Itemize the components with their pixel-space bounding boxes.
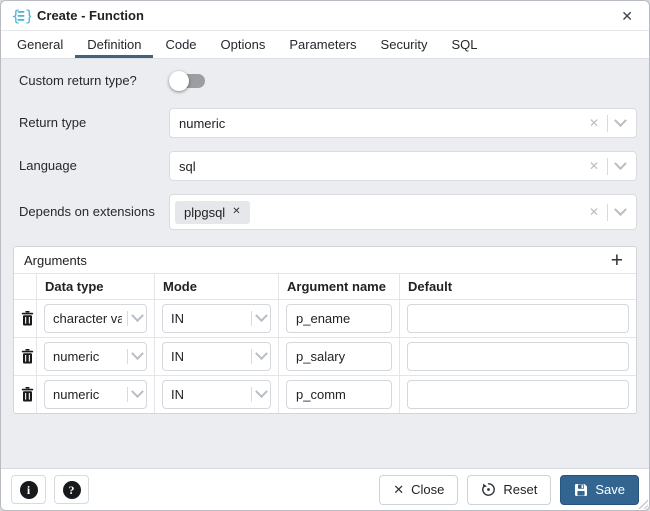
language-value: sql	[179, 159, 196, 174]
reset-icon	[481, 482, 496, 497]
data-type-select[interactable]: numeric	[44, 342, 147, 371]
definition-tab-content: Custom return type? Return type numeric …	[1, 59, 649, 468]
clear-icon[interactable]: ✕	[589, 160, 599, 172]
select-divider	[127, 387, 128, 402]
extension-chip: plpgsql ✕	[175, 201, 250, 224]
toggle-knob	[169, 71, 189, 91]
dialog-footer: i ? ✕ Close Reset Save	[1, 468, 649, 510]
arguments-panel-title: Arguments	[24, 253, 87, 268]
info-icon: i	[20, 481, 38, 499]
mode-select[interactable]: IN	[162, 342, 271, 371]
tab-general[interactable]: General	[5, 31, 75, 58]
tab-parameters[interactable]: Parameters	[277, 31, 368, 58]
custom-return-type-toggle[interactable]	[169, 73, 205, 89]
dialog-header: { } Create - Function ✕	[1, 1, 649, 31]
argument-row: numeric IN	[14, 337, 636, 375]
select-divider	[127, 349, 128, 364]
chevron-down-icon[interactable]	[255, 385, 268, 398]
clear-icon[interactable]: ✕	[589, 206, 599, 218]
save-icon	[574, 483, 588, 497]
select-divider	[251, 349, 252, 364]
sql-help-button[interactable]: i	[11, 475, 46, 504]
argument-name-column-header: Argument name	[279, 274, 400, 299]
save-button[interactable]: Save	[560, 475, 639, 505]
tab-security[interactable]: Security	[369, 31, 440, 58]
data-type-column-header: Data type	[37, 274, 155, 299]
custom-return-type-label: Custom return type?	[13, 72, 169, 90]
tab-sql[interactable]: SQL	[440, 31, 490, 58]
arguments-panel: Arguments + Data type Mode Argument name…	[13, 246, 637, 414]
delete-row-icon[interactable]	[21, 349, 34, 364]
clear-icon[interactable]: ✕	[589, 117, 599, 129]
mode-select[interactable]: IN	[162, 304, 271, 333]
select-divider	[127, 311, 128, 326]
close-button[interactable]: ✕ Close	[379, 475, 458, 505]
delete-column-header	[14, 274, 37, 299]
chevron-down-icon[interactable]	[255, 347, 268, 360]
mode-column-header: Mode	[155, 274, 279, 299]
dialog-help-button[interactable]: ?	[54, 475, 89, 504]
argument-name-input[interactable]	[286, 380, 392, 409]
svg-text:}: }	[25, 7, 32, 25]
language-label: Language	[13, 157, 169, 175]
depends-on-extensions-select[interactable]: plpgsql ✕ ✕	[169, 194, 637, 230]
language-select[interactable]: sql ✕	[169, 151, 637, 181]
return-type-value: numeric	[179, 116, 225, 131]
select-divider	[251, 311, 252, 326]
mode-select[interactable]: IN	[162, 380, 271, 409]
chevron-down-icon[interactable]	[131, 385, 144, 398]
chevron-down-icon[interactable]	[614, 203, 627, 216]
argument-row: numeric IN	[14, 375, 636, 413]
chip-remove-icon[interactable]: ✕	[232, 207, 240, 217]
select-divider	[251, 387, 252, 402]
default-input[interactable]	[407, 380, 629, 409]
resize-grip[interactable]	[638, 499, 648, 509]
chevron-down-icon[interactable]	[131, 347, 144, 360]
select-divider	[607, 115, 608, 132]
chevron-down-icon[interactable]	[614, 157, 627, 170]
default-input[interactable]	[407, 304, 629, 333]
reset-button[interactable]: Reset	[467, 475, 551, 505]
data-type-select[interactable]: numeric	[44, 380, 147, 409]
default-column-header: Default	[400, 274, 636, 299]
tab-code[interactable]: Code	[153, 31, 208, 58]
data-type-select[interactable]: character varying	[44, 304, 147, 333]
chevron-down-icon[interactable]	[131, 309, 144, 322]
tab-options[interactable]: Options	[209, 31, 278, 58]
dialog-tabbar: General Definition Code Options Paramete…	[1, 31, 649, 59]
select-divider	[607, 158, 608, 175]
delete-row-icon[interactable]	[21, 387, 34, 402]
add-argument-button[interactable]: +	[600, 250, 634, 271]
arguments-header-row: Data type Mode Argument name Default	[14, 274, 636, 299]
create-function-dialog: { } Create - Function ✕ General Definiti…	[0, 0, 650, 511]
tab-definition[interactable]: Definition	[75, 31, 153, 58]
function-icon: { }	[11, 7, 31, 25]
argument-name-input[interactable]	[286, 342, 392, 371]
argument-row: character varying IN	[14, 299, 636, 337]
dialog-title: Create - Function	[37, 8, 144, 23]
delete-row-icon[interactable]	[21, 311, 34, 326]
close-x-icon: ✕	[393, 482, 404, 498]
return-type-label: Return type	[13, 114, 169, 132]
extension-chip-label: plpgsql	[184, 205, 225, 220]
return-type-select[interactable]: numeric ✕	[169, 108, 637, 138]
help-icon: ?	[63, 481, 81, 499]
default-input[interactable]	[407, 342, 629, 371]
depends-on-extensions-label: Depends on extensions	[13, 203, 169, 221]
select-divider	[607, 204, 608, 221]
chevron-down-icon[interactable]	[255, 309, 268, 322]
close-icon[interactable]: ✕	[617, 7, 637, 25]
argument-name-input[interactable]	[286, 304, 392, 333]
chevron-down-icon[interactable]	[614, 114, 627, 127]
